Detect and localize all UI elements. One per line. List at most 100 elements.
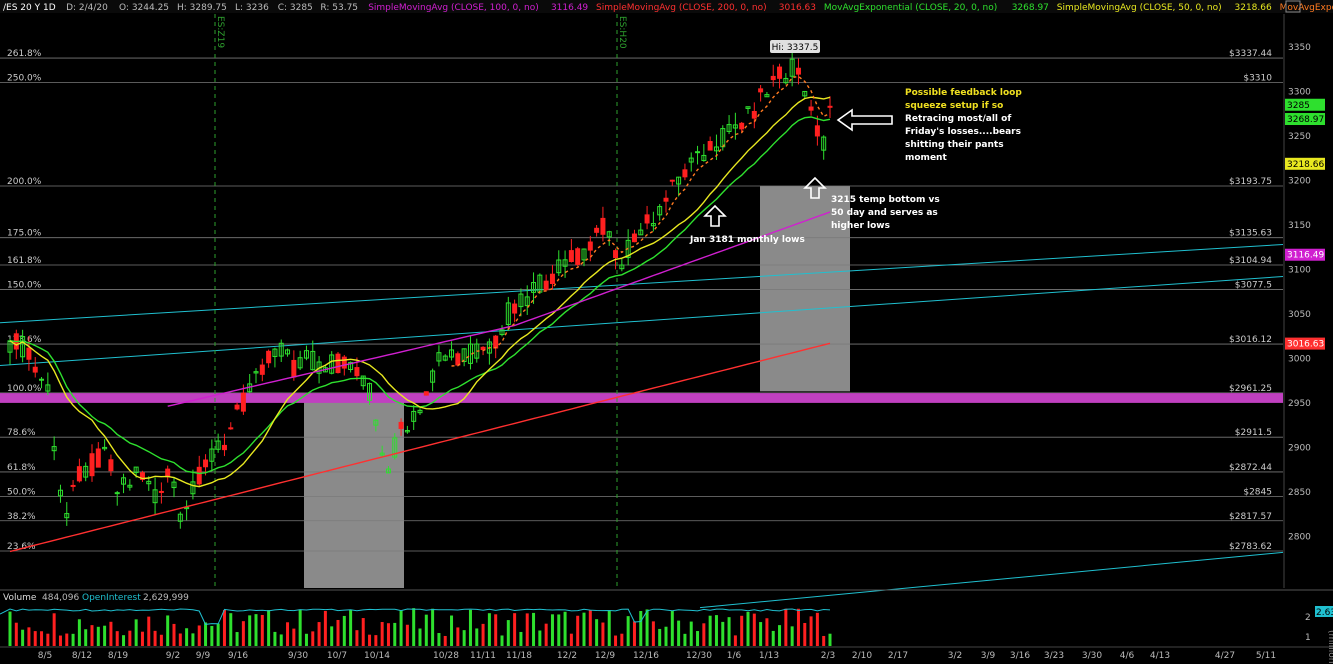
candle-body: [398, 421, 404, 429]
date-tick-25: 3/30: [1082, 651, 1102, 661]
fib-pct-3: 175.0%: [7, 229, 42, 239]
candle-body: [76, 466, 82, 482]
candle-body: [814, 125, 820, 137]
fib-pct-8: 78.6%: [7, 428, 36, 438]
volume-bar: [317, 622, 321, 646]
volume-bar: [260, 614, 264, 646]
volume-bar: [563, 611, 567, 646]
fib-price-5: $3077.5: [1235, 280, 1272, 290]
annotation-retrace-1: Friday's losses....bears: [905, 127, 1021, 137]
date-tick-18: 2/3: [821, 651, 835, 661]
event-marker-label-0: ES:Z19: [215, 16, 225, 48]
fib-price-11: $2817.57: [1229, 512, 1272, 522]
date-tick-6: 9/30: [288, 651, 308, 661]
annotation-retrace-3: moment: [905, 153, 947, 163]
candle-body: [335, 353, 341, 374]
volume-bar: [134, 619, 138, 646]
candle-body: [70, 484, 76, 487]
candle-body: [827, 105, 833, 108]
volume-bar: [153, 630, 157, 646]
date-tick-28: 4/27: [1215, 651, 1235, 661]
volume-bar: [733, 635, 737, 646]
header-field-1: D: 2/4/20: [66, 3, 108, 13]
volume-bar: [21, 629, 25, 646]
price-tick-8: 2950: [1288, 399, 1311, 409]
candle-body: [455, 353, 461, 366]
volume-bar: [292, 628, 296, 646]
header-field-4: L: 3236: [235, 3, 269, 13]
candle-body: [221, 444, 227, 451]
annotation-jan-low: Jan 3181 monthly lows: [689, 235, 805, 245]
candle-body: [158, 490, 164, 493]
fib-price-7: $2961.25: [1229, 384, 1272, 394]
support-band: [0, 393, 1283, 403]
date-tick-19: 2/10: [852, 651, 872, 661]
volume-bar: [33, 631, 37, 646]
volume-bar: [544, 623, 548, 646]
candle-body: [587, 241, 593, 251]
volume-bar: [487, 613, 491, 646]
volume-bar: [286, 622, 290, 646]
volume-bar: [178, 633, 182, 646]
candle-body: [777, 66, 783, 79]
volume-bar: [216, 623, 220, 646]
price-badge-2: 3218.66: [1287, 160, 1324, 170]
volume-bar: [620, 633, 624, 646]
fib-price-3: $3135.63: [1229, 229, 1272, 239]
volume-bar: [166, 615, 170, 646]
volume-bar: [538, 630, 542, 646]
chart-canvas[interactable]: /ES 20 Y 1D D: 2/4/20 O: 3244.25 H: 3289.75…: [0, 0, 1333, 664]
candle-body: [240, 392, 246, 412]
annotation-feedback-1: squeeze setup if so: [905, 101, 1003, 111]
volume-bar: [803, 622, 807, 646]
study-label-1: SimpleMovingAvg (CLOSE, 200, 0, no): [596, 3, 767, 13]
fib-pct-1: 250.0%: [7, 74, 42, 84]
volume-bar: [614, 635, 618, 646]
oi-value: 2,629,999: [143, 593, 189, 603]
volume-bar: [46, 633, 50, 646]
volume-bar: [336, 619, 340, 646]
date-tick-5: 9/16: [228, 651, 248, 661]
volume-bar: [405, 624, 409, 646]
date-tick-11: 11/18: [506, 651, 532, 661]
candle-body: [266, 350, 272, 364]
study-value-2: 3268.97: [1012, 3, 1049, 13]
volume-bar: [279, 634, 283, 646]
volume-bar: [727, 617, 731, 646]
candle-body: [739, 122, 745, 130]
candle-body: [95, 448, 101, 468]
volume-bar: [815, 612, 819, 646]
volume-bar: [128, 630, 132, 646]
volume-bar: [399, 610, 403, 646]
candle-body: [613, 250, 619, 259]
volume-bar: [601, 622, 605, 646]
price-tick-4: 3150: [1288, 221, 1311, 231]
candle-body: [423, 391, 429, 396]
candle-body: [600, 217, 606, 235]
volume-bar: [462, 630, 466, 646]
candle-body: [631, 233, 637, 243]
chart-background: [0, 0, 1333, 664]
candle-body: [808, 106, 814, 111]
volume-bar: [412, 608, 416, 646]
fib-pct-4: 161.8%: [7, 256, 42, 266]
event-marker-label-1: ES:H20: [617, 16, 627, 49]
volume-bar: [267, 610, 271, 646]
fib-price-0: $3337.44: [1229, 49, 1272, 59]
volume-bar: [355, 630, 359, 646]
volume-bar: [670, 610, 674, 646]
price-badge-3: 3116.49: [1287, 251, 1324, 261]
date-tick-17: 1/13: [759, 651, 779, 661]
volume-bar: [424, 614, 428, 646]
volume-bar: [393, 622, 397, 646]
volume-bar: [456, 627, 460, 646]
candle-body: [89, 453, 95, 477]
volume-bar: [595, 619, 599, 646]
study-value-3: 3218.66: [1235, 3, 1272, 13]
volume-bar: [254, 614, 258, 646]
volume-bar: [14, 622, 18, 646]
volume-bar: [159, 634, 163, 646]
volume-bar: [323, 610, 327, 646]
date-tick-1: 8/12: [72, 651, 92, 661]
candle-body: [354, 367, 360, 377]
